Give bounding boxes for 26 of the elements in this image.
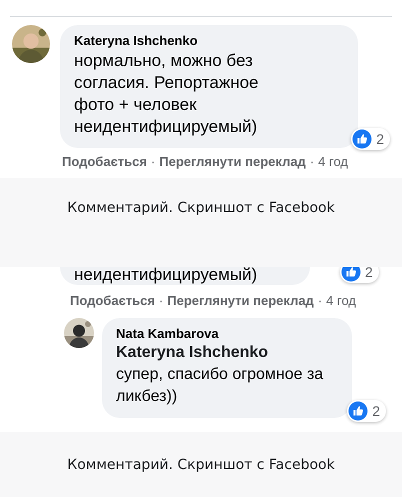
like-count: 2 xyxy=(372,403,380,419)
author-name[interactable]: Nata Kambarova xyxy=(116,326,340,341)
separator-dot: · xyxy=(158,293,164,308)
like-count: 2 xyxy=(365,267,373,280)
separator-dot: · xyxy=(150,154,156,169)
like-count: 2 xyxy=(376,131,384,147)
comment-text: нормально, можно без согласия. Репортажное фото + человек неидентифицируемый) xyxy=(74,50,260,138)
caption: Комментарий. Скриншот с Facebook xyxy=(67,457,335,473)
action-link[interactable]: Переглянути переклад xyxy=(159,154,306,169)
action-link[interactable]: Подобається xyxy=(70,293,155,308)
separator-dot: · xyxy=(310,154,314,169)
reaction-badge[interactable]: 2 xyxy=(351,128,390,150)
caption: Комментарий. Скриншот с Facebook xyxy=(67,200,335,216)
mention-link[interactable]: Kateryna Ishchenko xyxy=(116,344,340,362)
author-name[interactable]: Kateryna Ishchenko xyxy=(74,33,346,48)
timestamp: 4 год xyxy=(318,154,348,169)
reaction-badge[interactable]: 2 xyxy=(340,267,379,283)
comment-text: неидентифицируемый) xyxy=(74,267,258,285)
like-icon xyxy=(352,129,372,149)
separator-dot: · xyxy=(318,293,322,308)
like-icon xyxy=(348,401,368,421)
reaction-badge[interactable]: 2 xyxy=(347,400,386,422)
timestamp: 4 год xyxy=(326,293,356,308)
reply-text: супер, спасибо огромное за ликбез)) xyxy=(116,365,324,407)
action-link[interactable]: Переглянути переклад xyxy=(167,293,314,308)
action-link[interactable]: Подобається xyxy=(62,154,147,169)
